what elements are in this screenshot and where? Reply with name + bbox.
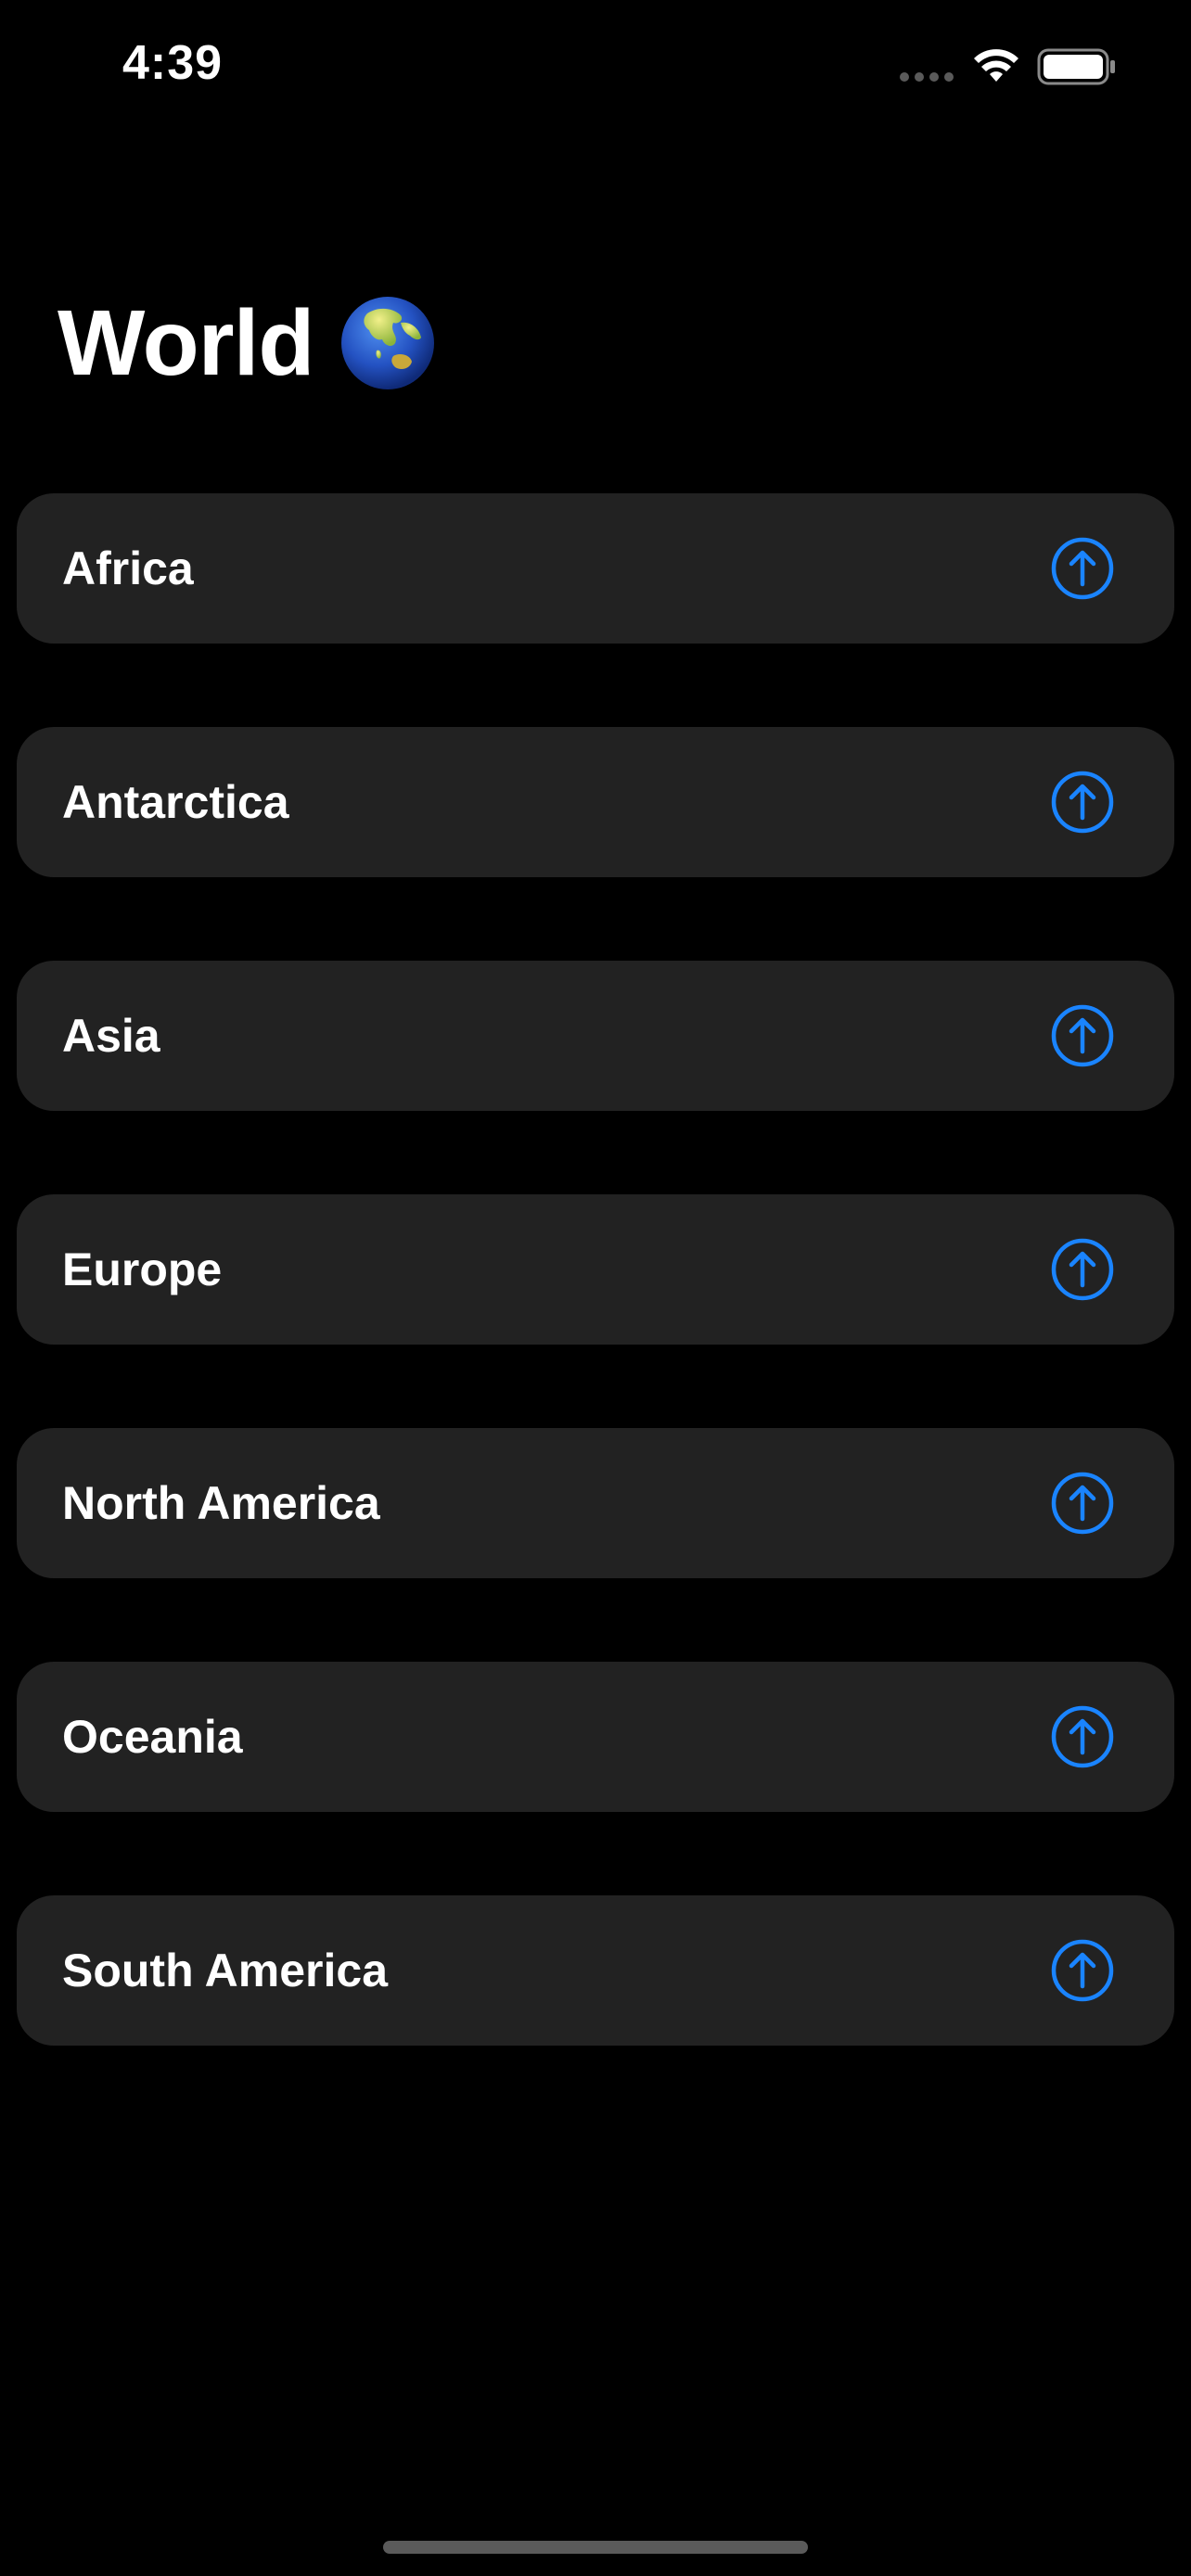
status-time: 4:39 [122, 36, 224, 90]
arrow-up-circle-icon[interactable] [1050, 1938, 1115, 2003]
wifi-icon [974, 49, 1018, 82]
list-item-asia[interactable]: Asia [17, 961, 1174, 1111]
list-item-label: Oceania [62, 1711, 243, 1763]
list-item-label: South America [62, 1945, 389, 1996]
page-title: World [58, 287, 436, 399]
list-item-label: Europe [62, 1243, 223, 1295]
status-bar: 4:39 [0, 0, 1191, 139]
list-item-oceania[interactable]: Oceania [17, 1662, 1174, 1812]
globe-icon [341, 297, 435, 389]
arrow-up-circle-icon[interactable] [1050, 1237, 1115, 1302]
list-item-label: Antarctica [62, 776, 289, 828]
arrow-up-circle-icon[interactable] [1050, 1003, 1115, 1068]
signal-dots-icon [900, 72, 954, 82]
arrow-up-circle-icon[interactable] [1050, 536, 1115, 601]
arrow-up-circle-icon[interactable] [1050, 1704, 1115, 1769]
region-list: Africa Antarctica Asia Europe North Amer… [17, 493, 1174, 2129]
list-item-north-america[interactable]: North America [17, 1428, 1174, 1578]
home-indicator[interactable] [383, 2541, 808, 2554]
page-title-text: World [58, 290, 314, 395]
battery-icon [1037, 48, 1115, 85]
list-item-europe[interactable]: Europe [17, 1194, 1174, 1345]
list-item-africa[interactable]: Africa [17, 493, 1174, 644]
list-item-south-america[interactable]: South America [17, 1895, 1174, 2046]
list-item-label: Asia [62, 1010, 160, 1062]
list-item-label: Africa [62, 542, 194, 594]
list-item-label: North America [62, 1477, 380, 1529]
arrow-up-circle-icon[interactable] [1050, 770, 1115, 835]
arrow-up-circle-icon[interactable] [1050, 1471, 1115, 1536]
list-item-antarctica[interactable]: Antarctica [17, 727, 1174, 877]
